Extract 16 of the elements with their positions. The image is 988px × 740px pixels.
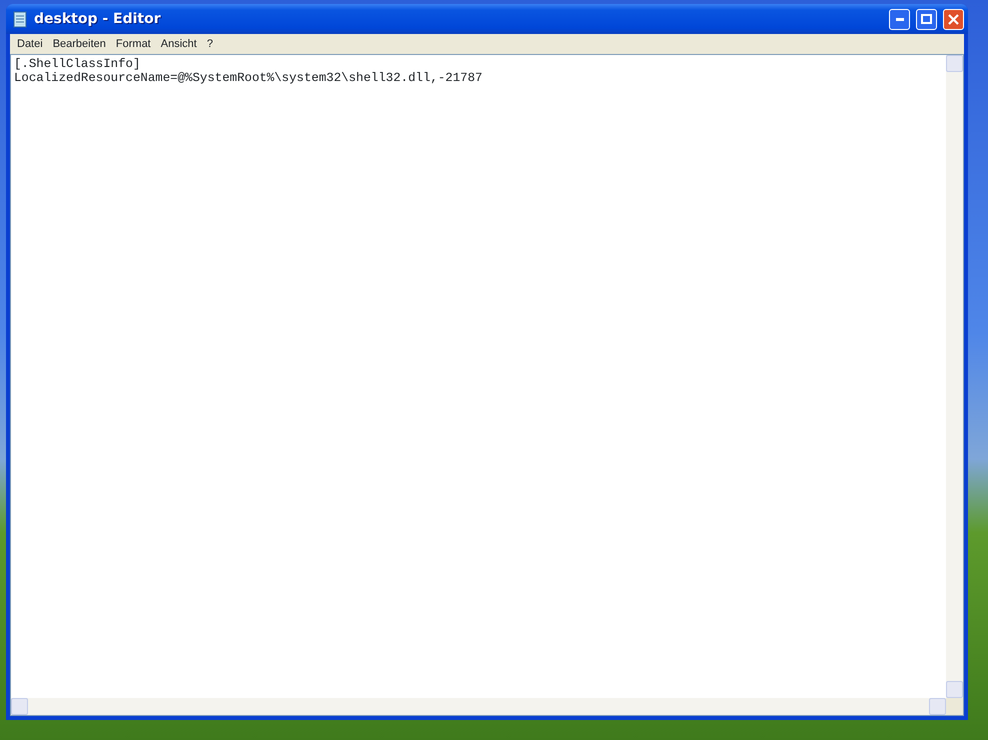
resize-grip[interactable] [946,698,963,715]
maximize-button[interactable] [916,8,937,30]
close-button[interactable] [943,8,964,30]
menu-item[interactable]: Bearbeiten [48,36,111,52]
menu-item[interactable]: Format [110,36,156,52]
vertical-scrollbar[interactable] [946,55,963,698]
maximize-icon [921,14,932,24]
close-icon [948,14,959,24]
window-title: desktop - Editor [34,10,161,28]
menu-item[interactable]: ? [202,36,218,52]
menu-item[interactable]: Datei [12,36,48,52]
notepad-icon [12,10,28,28]
minimize-button[interactable] [889,8,910,30]
minimize-icon [896,18,904,20]
menu-item[interactable]: Ansicht [156,36,202,52]
horizontal-scrollbar[interactable] [11,698,946,715]
